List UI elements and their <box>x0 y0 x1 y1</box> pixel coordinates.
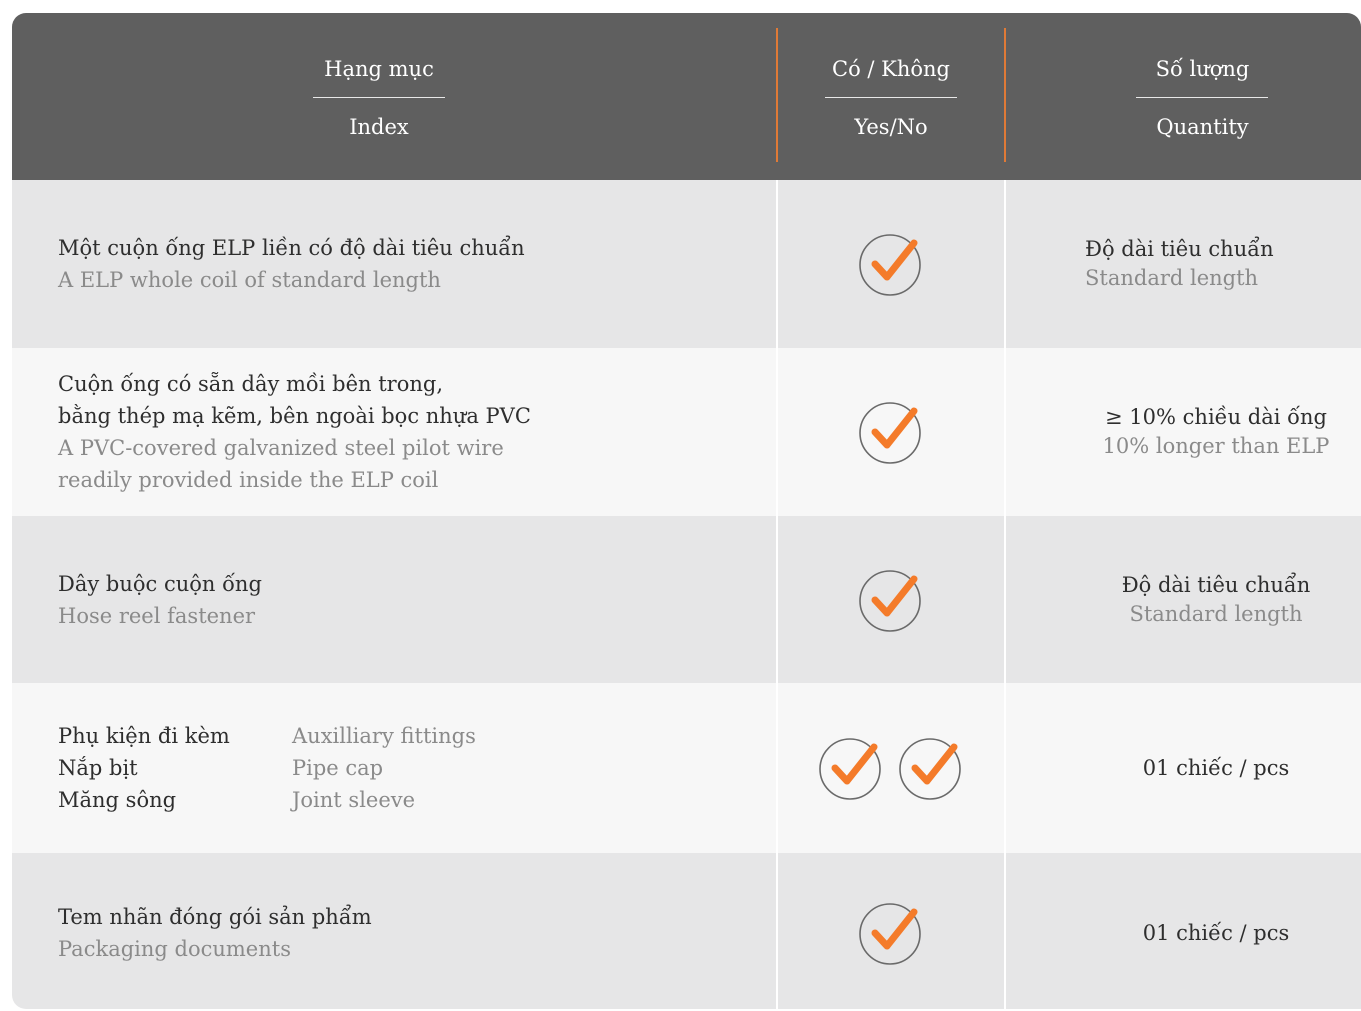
fitting-vi: Phụ kiện đi kèm <box>58 724 230 748</box>
circle-check-icon <box>859 569 921 632</box>
fitting-en: Auxilliary fittings <box>292 724 476 748</box>
yes-no-cell <box>776 516 1006 683</box>
quantity-en: Standard length <box>1085 266 1259 290</box>
quantity-cell: 01 chiếc / pcs <box>1006 853 1361 1009</box>
index-cell: Phụ kiện đi kèm Auxilliary fittings Nắp … <box>58 683 758 853</box>
yes-no-cell <box>776 683 1006 853</box>
quantity-cell: 01 chiếc / pcs <box>1006 683 1361 853</box>
quantity-vi: ≥ 10% chiều dài ống <box>1105 405 1327 429</box>
circle-check-icon <box>859 903 921 965</box>
quantity-en: 10% longer than ELP <box>1102 434 1330 458</box>
fitting-line: Măng sông Joint sleeve <box>58 784 758 816</box>
quantity-cell: Độ dài tiêu chuẩn Standard length <box>1006 516 1361 683</box>
header-index-en: Index <box>349 115 409 139</box>
header-divider <box>313 97 445 98</box>
header-quantity: Số lượng Quantity <box>1006 13 1361 180</box>
index-vi: bằng thép mạ kẽm, bên ngoài bọc nhựa PVC <box>58 404 531 428</box>
header-divider <box>825 97 957 98</box>
circle-check-icon <box>819 738 881 800</box>
yes-no-cell <box>776 348 1006 516</box>
index-en: Packaging documents <box>58 937 291 961</box>
fitting-vi: Nắp bịt <box>58 756 138 780</box>
quantity-value: 01 chiếc / pcs <box>1142 755 1290 780</box>
header-index-vi: Hạng mục <box>324 57 434 81</box>
circle-check-icon <box>859 234 921 296</box>
accessories-table: Hạng mục Index Có / Không Yes/No Số lượn… <box>12 13 1361 1009</box>
header-yes-no: Có / Không Yes/No <box>776 13 1006 180</box>
header-yes-no-vi: Có / Không <box>832 57 950 81</box>
index-vi: Một cuộn ống ELP liền có độ dài tiêu chu… <box>58 236 525 260</box>
table-row: Tem nhãn đóng gói sản phẩm Packaging doc… <box>12 853 1361 1009</box>
table-row: Dây buộc cuộn ống Hose reel fastener Độ … <box>12 516 1361 683</box>
quantity-cell: ≥ 10% chiều dài ống 10% longer than ELP <box>1006 348 1361 516</box>
index-en: Hose reel fastener <box>58 603 256 628</box>
index-cell: Tem nhãn đóng gói sản phẩm Packaging doc… <box>58 853 758 1009</box>
quantity-vi: Độ dài tiêu chuẩn <box>1085 237 1274 261</box>
index-cell: Một cuộn ống ELP liền có độ dài tiêu chu… <box>58 180 758 348</box>
quantity-vi: Độ dài tiêu chuẩn <box>1121 572 1311 597</box>
index-en: A ELP whole coil of standard length <box>58 268 441 292</box>
header-divider <box>1136 97 1268 98</box>
index-en: A PVC-covered galvanized steel pilot wir… <box>58 436 504 460</box>
table-row: Phụ kiện đi kèm Auxilliary fittings Nắp … <box>12 683 1361 853</box>
index-cell: Dây buộc cuộn ống Hose reel fastener <box>58 516 758 683</box>
header-quantity-vi: Số lượng <box>1155 57 1250 81</box>
index-vi: Dây buộc cuộn ống <box>58 571 262 596</box>
quantity-en: Standard length <box>1129 601 1303 626</box>
index-cell: Cuộn ống có sẵn dây mồi bên trong, bằng … <box>58 348 758 516</box>
quantity-cell: Độ dài tiêu chuẩn Standard length <box>1006 180 1361 348</box>
fitting-en: Pipe cap <box>292 756 384 780</box>
fitting-vi: Măng sông <box>58 788 177 812</box>
fitting-en: Joint sleeve <box>292 788 416 812</box>
fitting-line: Phụ kiện đi kèm Auxilliary fittings <box>58 720 758 752</box>
table-row: Một cuộn ống ELP liền có độ dài tiêu chu… <box>12 180 1361 348</box>
index-en: readily provided inside the ELP coil <box>58 468 439 492</box>
header-quantity-en: Quantity <box>1156 115 1249 139</box>
fitting-line: Nắp bịt Pipe cap <box>58 752 758 784</box>
table-header: Hạng mục Index Có / Không Yes/No Số lượn… <box>12 13 1361 180</box>
table-row: Cuộn ống có sẵn dây mồi bên trong, bằng … <box>12 348 1361 516</box>
yes-no-cell <box>776 853 1006 1009</box>
circle-check-icon <box>899 738 961 800</box>
circle-check-icon <box>859 402 921 464</box>
index-vi: Tem nhãn đóng gói sản phẩm <box>58 905 372 929</box>
yes-no-cell <box>776 180 1006 348</box>
header-index: Hạng mục Index <box>12 13 746 180</box>
quantity-value: 01 chiếc / pcs <box>1142 920 1290 945</box>
header-yes-no-en: Yes/No <box>854 115 928 139</box>
index-vi: Cuộn ống có sẵn dây mồi bên trong, <box>58 372 443 396</box>
